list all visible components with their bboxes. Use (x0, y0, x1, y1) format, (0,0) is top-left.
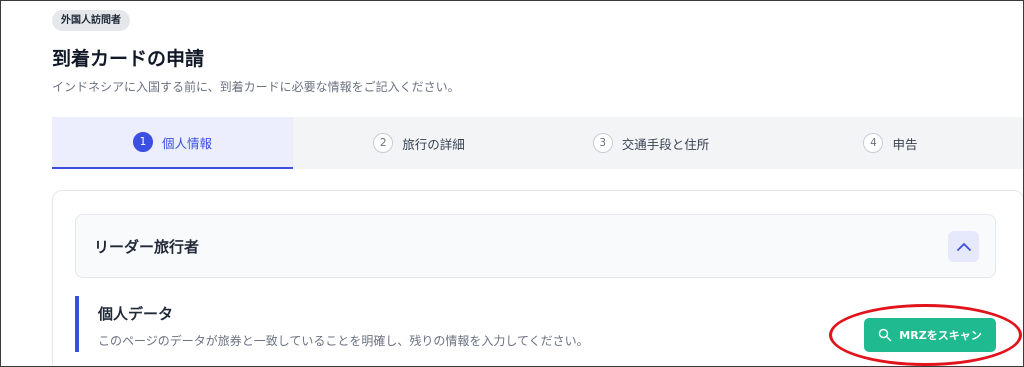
step-label: 申告 (892, 136, 918, 152)
step-label: 個人情報 (161, 135, 212, 151)
section-description: このページのデータが旅券と一致していることを明確し、残りの情報を入力してください… (98, 334, 589, 348)
page-title: 到着カードの申請 (52, 48, 205, 70)
step-number: 1 (132, 132, 153, 152)
section-accent-bar (75, 296, 79, 352)
step-number: 4 (863, 133, 884, 153)
stepper: 1 個人情報 2 旅行の詳細 3 交通手段と住所 4 申告 (52, 117, 1024, 169)
step-label: 旅行の詳細 (402, 136, 465, 152)
step-travel-details[interactable]: 2 旅行の詳細 (293, 117, 545, 169)
step-number: 2 (373, 133, 394, 153)
section-title: 個人データ (98, 305, 174, 323)
lead-traveler-accordion[interactable]: リーダー旅行者 (75, 214, 996, 278)
step-declaration[interactable]: 4 申告 (757, 117, 1024, 169)
step-label: 交通手段と住所 (621, 136, 710, 152)
chevron-up-icon (956, 242, 971, 251)
step-personal-info[interactable]: 1 個人情報 (52, 117, 293, 169)
page-subtitle: インドネシアに入国する前に、到着カードに必要な情報をご記入ください。 (52, 80, 460, 94)
accordion-title: リーダー旅行者 (94, 238, 200, 256)
visitor-type-badge: 外国人訪問者 (52, 10, 130, 31)
step-number: 3 (592, 133, 613, 153)
step-transport-address[interactable]: 3 交通手段と住所 (545, 117, 757, 169)
highlight-annotation-ellipse (829, 304, 1022, 366)
collapse-button[interactable] (948, 231, 979, 262)
